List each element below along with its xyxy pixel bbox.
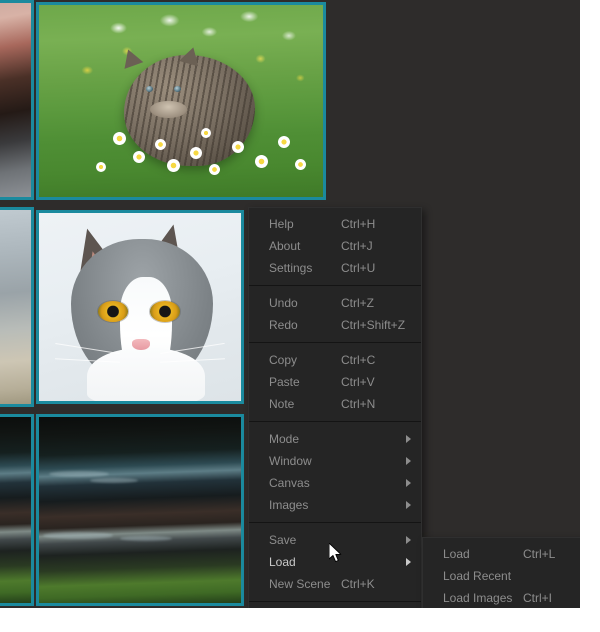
menu-item-label: Window — [269, 454, 312, 468]
stream-foam — [89, 478, 138, 484]
menu-item-copy[interactable]: Copy Ctrl+C — [249, 349, 421, 371]
daisy-flower — [277, 135, 290, 148]
menu-item-new-scene[interactable]: New Scene Ctrl+K — [249, 573, 421, 595]
thumbnail-partial-middle-left[interactable] — [0, 207, 34, 407]
daisy-flower — [112, 131, 126, 145]
cat-chest — [87, 348, 205, 401]
chevron-right-icon — [406, 536, 411, 544]
menu-item-images[interactable]: Images — [249, 494, 421, 516]
menu-separator — [249, 342, 421, 343]
chevron-right-icon — [406, 501, 411, 509]
chevron-right-icon — [406, 479, 411, 487]
daisy-flower — [132, 150, 145, 163]
menu-item-shortcut: Ctrl+I — [523, 591, 553, 605]
menu-item-save[interactable]: Save — [249, 529, 421, 551]
menu-item-note[interactable]: Note Ctrl+N — [249, 393, 421, 415]
chevron-right-icon — [406, 558, 411, 566]
chevron-right-icon — [406, 435, 411, 443]
stream-foam — [119, 536, 172, 542]
menu-item-window[interactable]: Window — [249, 450, 421, 472]
thumbnail-partial-top-left[interactable] — [0, 0, 34, 200]
menu-item-label: Help — [269, 217, 294, 231]
menu-item-label: Canvas — [269, 476, 310, 490]
application-window: Help Ctrl+H About Ctrl+J Settings Ctrl+U Undo C… — [0, 0, 580, 608]
menu-item-help[interactable]: Help Ctrl+H — [249, 213, 421, 235]
menu-item-undo[interactable]: Undo Ctrl+Z — [249, 292, 421, 314]
menu-item-shortcut: Ctrl+K — [341, 577, 375, 591]
menu-item-label: Redo — [269, 318, 298, 332]
load-submenu-items: Load Ctrl+L Load Recent Load Images Ctrl+I — [423, 543, 580, 608]
menu-item-shortcut: Ctrl+L — [523, 547, 556, 561]
photo-grey-white-cat-face — [39, 213, 241, 401]
daisy-flower — [294, 158, 306, 170]
kitten-eye-left — [145, 85, 153, 92]
menu-item-redo[interactable]: Redo Ctrl+Shift+Z — [249, 314, 421, 336]
menu-item-shortcut: Ctrl+U — [341, 261, 376, 275]
thumbnail-grey-white-cat-face[interactable] — [36, 210, 244, 404]
menu-item-canvas[interactable]: Canvas — [249, 472, 421, 494]
kitten-eye-right — [173, 85, 181, 92]
cat-eye-left — [97, 301, 128, 323]
menu-item-label: Copy — [269, 353, 298, 367]
menu-item-shortcut: Ctrl+Z — [341, 296, 374, 310]
menu-item-label: Note — [269, 397, 295, 411]
menu-item-shortcut: Ctrl+H — [341, 217, 376, 231]
menu-item-shortcut: Ctrl+V — [341, 375, 375, 389]
menu-item-shortcut: Ctrl+Shift+Z — [341, 318, 406, 332]
menu-item-label: Load — [443, 547, 470, 561]
menu-item-label: Settings — [269, 261, 313, 275]
stream-foam — [49, 470, 110, 477]
menu-item-label: Load Images — [443, 591, 513, 605]
menu-item-label: Undo — [269, 296, 298, 310]
menu-item-about[interactable]: About Ctrl+J — [249, 235, 421, 257]
photo-kitten-in-grass — [39, 5, 323, 197]
menu-item-label: New Scene — [269, 577, 331, 591]
menu-item-label: Load Recent — [443, 569, 512, 583]
photo-dark-stream — [39, 417, 241, 603]
photo-partial-top-left — [0, 3, 31, 197]
menu-separator — [249, 601, 421, 602]
thumbnail-dark-stream[interactable] — [36, 414, 244, 606]
kitten-muzzle — [149, 101, 187, 119]
context-menu-items: Help Ctrl+H About Ctrl+J Settings Ctrl+U Undo C… — [249, 213, 421, 608]
stream-foam — [43, 532, 114, 540]
daisy-flower — [232, 141, 245, 154]
daisy-flower — [209, 164, 221, 176]
thumbnail-kitten-in-grass[interactable] — [36, 2, 326, 200]
menu-item-label: About — [269, 239, 301, 253]
menu-item-label: Images — [269, 498, 309, 512]
menu-item-shortcut: Ctrl+N — [341, 397, 376, 411]
menu-item-load-recent[interactable]: Load Recent — [423, 565, 580, 587]
load-submenu[interactable]: Load Ctrl+L Load Recent Load Images Ctrl+I — [422, 537, 580, 608]
menu-item-load-images[interactable]: Load Images Ctrl+I — [423, 587, 580, 608]
daisy-flower — [189, 147, 202, 160]
menu-item-label: Load — [269, 555, 296, 569]
menu-item-load[interactable]: Load Ctrl+L — [423, 543, 580, 565]
menu-item-paste[interactable]: Paste Ctrl+V — [249, 371, 421, 393]
daisy-flower — [95, 162, 106, 173]
menu-item-label: Paste — [269, 375, 300, 389]
kitten-ear-left — [119, 46, 144, 70]
menu-item-mode[interactable]: Mode — [249, 428, 421, 450]
photo-partial-middle-left — [0, 210, 31, 404]
context-menu[interactable]: Help Ctrl+H About Ctrl+J Settings Ctrl+U Undo C… — [248, 207, 422, 608]
menu-separator — [249, 285, 421, 286]
daisy-flower — [200, 127, 211, 138]
daisy-flower — [254, 154, 268, 168]
menu-item-label: Mode — [269, 432, 300, 446]
thumbnail-partial-bottom-left[interactable] — [0, 414, 34, 606]
menu-item-settings[interactable]: Settings Ctrl+U — [249, 257, 421, 279]
menu-item-shortcut: Ctrl+C — [341, 353, 376, 367]
menu-separator — [249, 522, 421, 523]
menu-item-label: Save — [269, 533, 297, 547]
menu-separator — [249, 421, 421, 422]
menu-item-load[interactable]: Load — [249, 551, 421, 573]
chevron-right-icon — [406, 457, 411, 465]
photo-partial-bottom-left — [0, 417, 31, 603]
daisy-flower — [166, 158, 180, 172]
menu-item-shortcut: Ctrl+J — [341, 239, 373, 253]
